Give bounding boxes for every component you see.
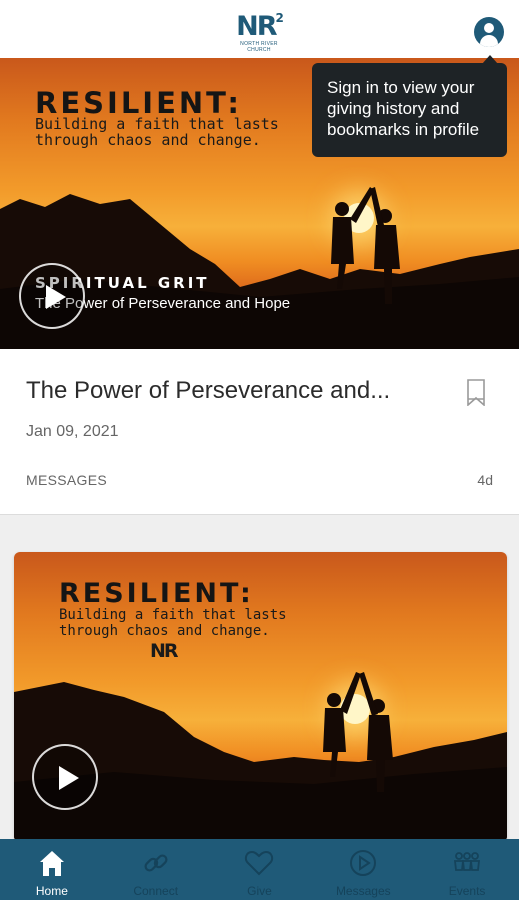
series-card-subtitle: Building a faith that lasts through chao… — [59, 607, 287, 639]
message-card[interactable]: The Power of Perseverance and... Jan 09,… — [0, 349, 519, 515]
logo-mark: NR2 — [236, 11, 284, 42]
link-icon — [144, 854, 168, 872]
tab-give-label: Give — [247, 884, 272, 898]
card-title: The Power of Perseverance and... — [26, 377, 391, 404]
people-icon — [454, 852, 481, 871]
tab-messages-label: Messages — [335, 884, 391, 898]
series-card[interactable]: RESILIENT: Building a faith that lasts t… — [14, 552, 507, 842]
tab-connect[interactable]: Connect — [104, 839, 208, 900]
home-icon — [39, 851, 64, 876]
tab-home[interactable]: Home — [0, 839, 104, 900]
card-date: Jan 09, 2021 — [26, 423, 119, 440]
tab-give[interactable]: Give — [208, 839, 312, 900]
tab-bar: Home Connect Give Messages Events — [0, 839, 519, 900]
logo-text-line2: CHURCH — [247, 47, 271, 53]
tooltip-text: Sign in to view your giving history and … — [327, 78, 480, 139]
series-card-logo: NR — [150, 640, 179, 662]
play-circle-icon — [350, 850, 377, 876]
series-play-button[interactable] — [32, 744, 98, 810]
app-header: NR2 NORTH RIVER CHURCH — [0, 0, 519, 58]
tab-messages[interactable]: Messages — [311, 839, 415, 900]
signin-tooltip[interactable]: Sign in to view your giving history and … — [312, 63, 507, 157]
mountain-silhouette-2 — [14, 672, 507, 842]
heart-icon — [245, 850, 274, 876]
play-icon-2 — [59, 766, 79, 790]
profile-button[interactable] — [474, 17, 504, 47]
tab-connect-label: Connect — [133, 884, 179, 898]
tab-events-label: Events — [448, 884, 486, 898]
play-icon — [46, 285, 66, 309]
mountain-silhouette — [0, 187, 519, 349]
card-category: MESSAGES — [26, 472, 107, 488]
tab-home-label: Home — [35, 884, 68, 898]
bookmark-icon[interactable] — [466, 379, 486, 406]
play-button[interactable] — [19, 263, 85, 329]
series-card-title: RESILIENT: — [59, 578, 254, 609]
church-logo[interactable]: NR2 NORTH RIVER CHURCH — [232, 7, 286, 53]
tab-events[interactable]: Events — [415, 839, 519, 900]
hero-subtitle: Building a faith that lasts through chao… — [35, 115, 279, 149]
card-age: 4d — [477, 472, 493, 488]
